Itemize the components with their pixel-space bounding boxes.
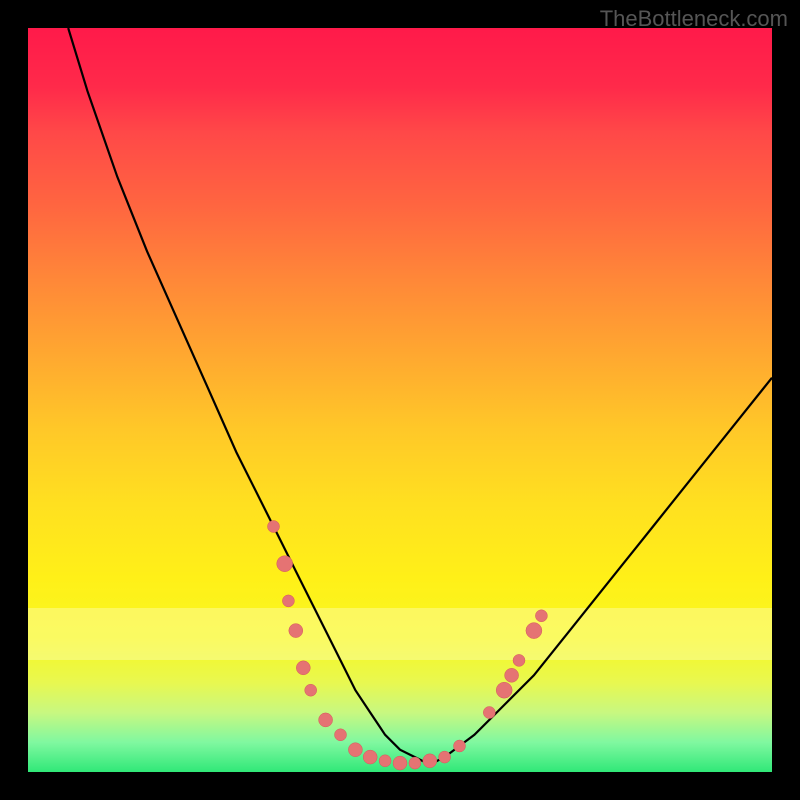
curve-marker [335, 729, 347, 741]
curve-marker [513, 654, 525, 666]
curve-markers [268, 521, 548, 771]
curve-marker [496, 682, 512, 698]
curve-marker [393, 756, 407, 770]
curve-marker [535, 610, 547, 622]
bottleneck-curve [68, 28, 772, 765]
curve-marker [348, 743, 362, 757]
curve-marker [526, 623, 542, 639]
curve-marker [454, 740, 466, 752]
chart-svg [28, 28, 772, 772]
curve-marker [296, 661, 310, 675]
curve-marker [319, 713, 333, 727]
curve-marker [268, 521, 280, 533]
curve-marker [439, 751, 451, 763]
curve-marker [363, 750, 377, 764]
curve-marker [423, 754, 437, 768]
curve-marker [379, 755, 391, 767]
curve-marker [305, 684, 317, 696]
curve-marker [483, 707, 495, 719]
curve-marker [289, 624, 303, 638]
curve-marker [282, 595, 294, 607]
curve-marker [409, 757, 421, 769]
curve-marker [277, 556, 293, 572]
plot-area [28, 28, 772, 772]
watermark-text: TheBottleneck.com [600, 6, 788, 32]
curve-marker [505, 668, 519, 682]
